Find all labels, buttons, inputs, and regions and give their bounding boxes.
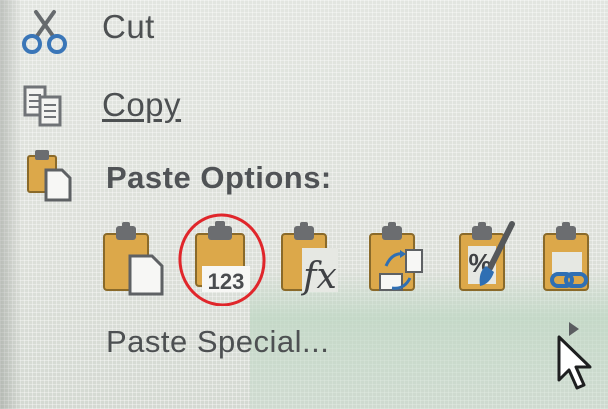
values-glyph: 123	[208, 269, 245, 294]
scissors-icon	[22, 10, 67, 54]
clipboard-transpose-icon	[369, 222, 423, 291]
paste-formatting-button[interactable]: %	[456, 218, 522, 301]
clipboard-link-icon	[543, 222, 589, 291]
menu-edge-shadow	[0, 0, 22, 409]
clipboard-format-icon: %	[459, 221, 515, 291]
copy-icon	[23, 85, 62, 127]
cut-label: Cut	[102, 8, 155, 45]
context-menu-screen: Cut Copy Paste Options: 123 fx % Paste S…	[0, 0, 608, 409]
paste-options-label: Paste Options:	[106, 160, 332, 195]
clipboard-formula-icon: fx	[281, 222, 338, 297]
paste-special-label: Paste Special...	[106, 324, 330, 359]
mouse-cursor-icon	[557, 335, 592, 390]
paste-icon	[27, 150, 72, 202]
paste-transpose-button[interactable]	[366, 222, 432, 301]
clipboard-page-icon	[103, 222, 164, 296]
paste-link-button[interactable]	[540, 222, 606, 301]
paste-values-button[interactable]: 123	[176, 206, 272, 311]
formula-glyph: fx	[300, 256, 337, 296]
copy-label: Copy	[102, 86, 182, 123]
paste-keep-source-button[interactable]	[100, 222, 166, 301]
paste-formulas-button[interactable]: fx	[278, 222, 344, 301]
clipboard-values-icon: 123	[178, 213, 266, 307]
